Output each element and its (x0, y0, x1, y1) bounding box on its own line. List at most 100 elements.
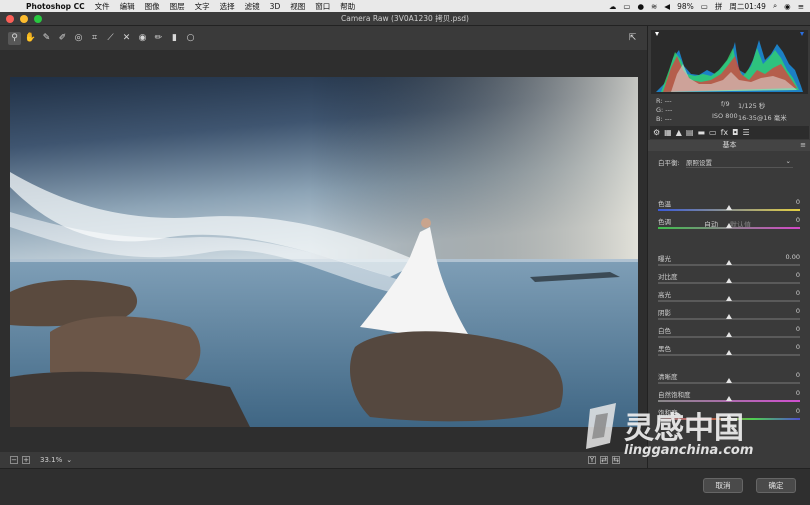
slider-thumb[interactable] (726, 260, 732, 265)
siri-icon[interactable]: ◉ (784, 2, 791, 11)
slider-row: 曝光 0.00 (655, 253, 800, 271)
fx-tab-icon[interactable]: fx (721, 128, 729, 137)
slider-label: 色温 (658, 200, 671, 208)
slider-value[interactable]: 0 (796, 271, 800, 279)
panel-tabs: ⚙ ▦ ▲ ▤ ▬ ▭ fx ◘ ☰ (650, 126, 809, 139)
menu-file[interactable]: 文件 (95, 1, 110, 12)
tone-curve-tab-icon[interactable]: ▦ (664, 128, 672, 137)
slider-value[interactable]: 0 (796, 216, 800, 224)
slider-value[interactable]: 0.00 (786, 253, 800, 261)
open-preferences-icon[interactable]: ⇱ (626, 32, 639, 45)
slider-row: 色温 0 (655, 198, 800, 216)
slider-thumb[interactable] (726, 314, 732, 319)
camera-calibration-tab-icon[interactable]: ◘ (732, 128, 738, 137)
menu-type[interactable]: 文字 (195, 1, 210, 12)
slider-thumb[interactable] (726, 223, 732, 228)
panel-menu-icon[interactable]: ≡ (800, 141, 806, 149)
menu-layer[interactable]: 图层 (170, 1, 185, 12)
tool-bar: ⚲ ✋ ✎ ✐ ◎ ⌗ ⟋ ✕ ◉ ✏ ▮ ○ ⇱ (0, 26, 647, 50)
display-icon[interactable]: ▭ (623, 2, 630, 11)
cancel-button[interactable]: 取消 (703, 478, 743, 493)
clock[interactable]: 周二01:49 (729, 1, 766, 12)
split-toning-tab-icon[interactable]: ▬ (697, 128, 705, 137)
spot-removal-icon[interactable]: ✕ (120, 32, 133, 45)
slider-row: 对比度 0 (655, 271, 800, 289)
straighten-tool-icon[interactable]: ⟋ (104, 32, 117, 45)
list-icon[interactable]: ≡ (798, 2, 804, 11)
status-bar: − + 33.1% ⌄ Y ⇄ ⇆ (0, 452, 647, 468)
slider-thumb[interactable] (726, 205, 732, 210)
slider-value[interactable]: 0 (796, 325, 800, 333)
basic-tab-icon[interactable]: ⚙ (653, 128, 660, 137)
adjustment-brush-icon[interactable]: ✏ (152, 32, 165, 45)
slider-thumb[interactable] (726, 278, 732, 283)
white-balance-label: 白平衡: (658, 159, 680, 167)
battery-level[interactable]: 98% (677, 2, 694, 11)
readout-b: B: --- (656, 115, 672, 123)
slider-value[interactable]: 0 (796, 307, 800, 315)
app-menu[interactable]: Photoshop CC (26, 2, 85, 11)
zoom-out-button[interactable]: − (10, 456, 18, 464)
slider-value[interactable]: 0 (796, 289, 800, 297)
volume-icon[interactable]: ◀ (664, 2, 670, 11)
slider-row: 白色 0 (655, 325, 800, 343)
hsl-tab-icon[interactable]: ▤ (686, 128, 694, 137)
chevron-down-icon[interactable]: ⌄ (66, 456, 72, 464)
menu-image[interactable]: 图像 (145, 1, 160, 12)
slider-label: 白色 (658, 327, 671, 335)
menu-select[interactable]: 选择 (220, 1, 235, 12)
lens: 16-35@16 毫米 (738, 114, 787, 122)
slider-row: 色调 0 (655, 216, 800, 234)
zoom-in-button[interactable]: + (22, 456, 30, 464)
menu-edit[interactable]: 编辑 (120, 1, 135, 12)
search-icon[interactable]: ⌕ (773, 1, 777, 11)
menu-bar: Photoshop CC 文件 编辑 图像 图层 文字 选择 滤镜 3D 视图 … (0, 0, 810, 12)
slider-label: 黑色 (658, 345, 671, 353)
radial-filter-icon[interactable]: ○ (184, 32, 197, 45)
readout-g: G: --- (656, 106, 673, 114)
red-eye-icon[interactable]: ◉ (136, 32, 149, 45)
slider-value[interactable]: 0 (796, 371, 800, 379)
hand-tool-icon[interactable]: ✋ (24, 32, 37, 45)
slider-row: 阴影 0 (655, 307, 800, 325)
input-method-icon[interactable]: 拼 (715, 1, 723, 12)
menu-view[interactable]: 视图 (290, 1, 305, 12)
detail-tab-icon[interactable]: ▲ (676, 128, 682, 137)
window-title: Camera Raw (3V0A1230 拷贝.psd) (341, 14, 469, 23)
white-balance-select[interactable]: 原照设置 ⌄ (686, 157, 793, 168)
white-balance-tool-icon[interactable]: ✎ (40, 32, 53, 45)
slider-thumb[interactable] (726, 332, 732, 337)
iso: ISO 800 (712, 112, 738, 120)
shutter-speed: 1/125 秒 (738, 102, 766, 110)
slider-value[interactable]: 0 (796, 198, 800, 206)
lens-tab-icon[interactable]: ▭ (709, 128, 717, 137)
record-icon[interactable]: ● (637, 2, 644, 11)
slider-value[interactable]: 0 (796, 343, 800, 351)
slider-thumb[interactable] (726, 296, 732, 301)
bottom-bar (0, 468, 810, 505)
targeted-adjustment-icon[interactable]: ◎ (72, 32, 85, 45)
slider-thumb[interactable] (726, 378, 732, 383)
slider-label: 曝光 (658, 255, 671, 263)
menu-3d[interactable]: 3D (270, 2, 281, 11)
cloud-icon[interactable]: ☁ (609, 2, 617, 11)
menu-help[interactable]: 帮助 (340, 1, 355, 12)
zoom-level[interactable]: 33.1% (40, 456, 62, 464)
histogram[interactable] (651, 30, 808, 94)
aperture: f/9 (721, 100, 730, 108)
menu-window[interactable]: 窗口 (315, 1, 330, 12)
battery-icon[interactable]: ▭ (701, 2, 708, 11)
graduated-filter-icon[interactable]: ▮ (168, 32, 181, 45)
color-sampler-icon[interactable]: ✐ (56, 32, 69, 45)
apple-icon[interactable] (10, 1, 20, 11)
slider-row: 高光 0 (655, 289, 800, 307)
zoom-tool-icon[interactable]: ⚲ (8, 31, 21, 45)
ok-button[interactable]: 确定 (756, 478, 796, 493)
menu-filter[interactable]: 滤镜 (245, 1, 260, 12)
wifi-icon[interactable]: ≋ (651, 2, 657, 11)
slider-row: 清晰度 0 (655, 371, 800, 389)
crop-tool-icon[interactable]: ⌗ (88, 32, 101, 45)
presets-tab-icon[interactable]: ☰ (742, 128, 749, 137)
slider-label: 清晰度 (658, 373, 678, 381)
slider-thumb[interactable] (726, 350, 732, 355)
